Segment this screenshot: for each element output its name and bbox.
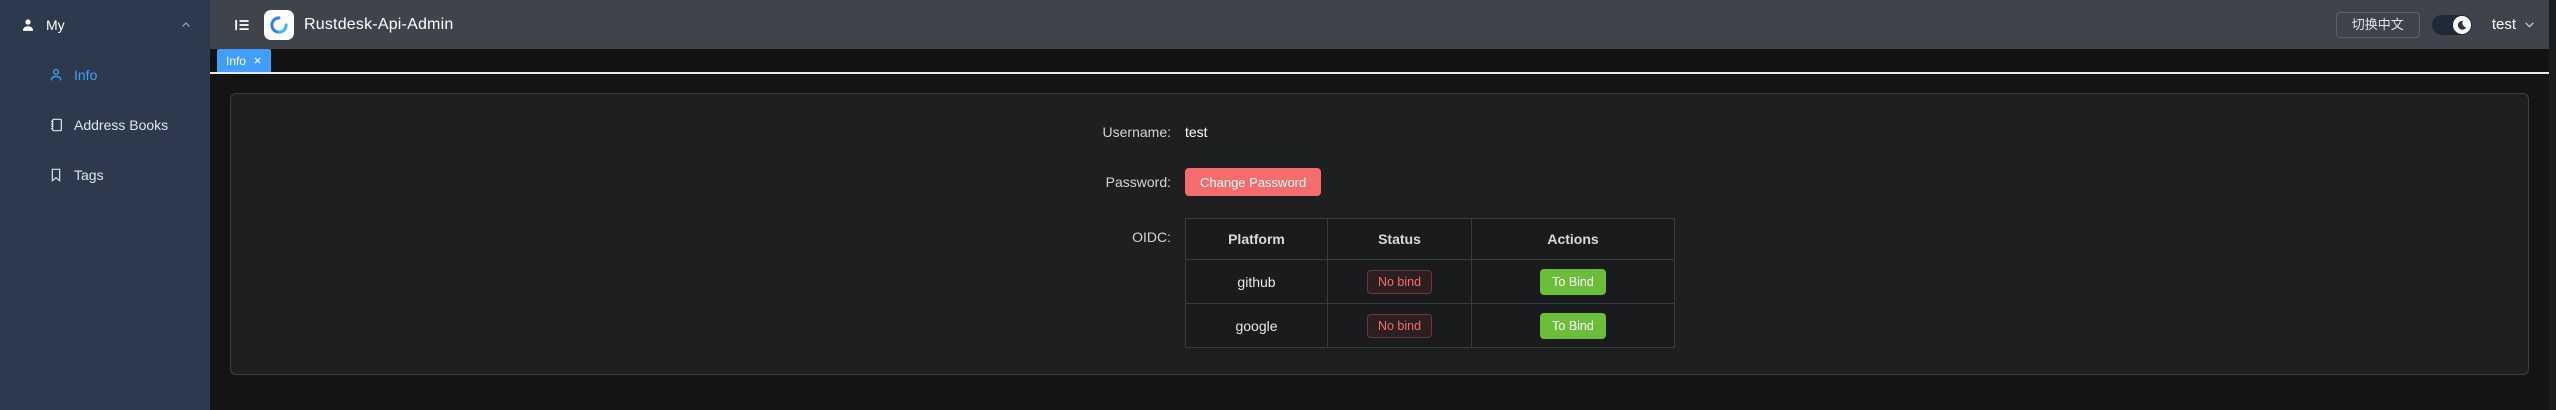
top-header: Rustdesk-Api-Admin 切换中文 test	[210, 0, 2556, 49]
app-root: My Info Address Books Tags	[0, 0, 2556, 410]
change-password-button[interactable]: Change Password	[1185, 168, 1321, 196]
current-user-name: test	[2492, 16, 2516, 33]
sidebar-group-label: My	[46, 17, 180, 33]
status-cell: No bind	[1328, 260, 1472, 304]
user-dropdown[interactable]: test	[2492, 16, 2536, 33]
tab-label: Info	[226, 54, 246, 68]
tab-info[interactable]: Info	[217, 49, 271, 72]
table-row-google: google No bind To Bind	[1186, 304, 1675, 348]
sidebar-item-label: Info	[74, 67, 97, 83]
user-filled-icon	[20, 17, 36, 33]
user-info-card: Username: test Password: Change Password…	[230, 93, 2529, 375]
actions-cell: To Bind	[1472, 260, 1675, 304]
chevron-up-icon	[180, 19, 192, 31]
oidc-table: Platform Status Actions github No bind	[1185, 218, 1675, 348]
user-outline-icon	[48, 67, 64, 83]
rustdesk-logo-icon	[264, 10, 294, 40]
sidebar-item-tags[interactable]: Tags	[0, 150, 210, 200]
status-badge: No bind	[1367, 270, 1432, 294]
password-row: Password: Change Password	[231, 168, 2528, 196]
app-title: Rustdesk-Api-Admin	[304, 16, 453, 34]
actions-cell: To Bind	[1472, 304, 1675, 348]
username-value: test	[1185, 118, 1208, 146]
column-header-status: Status	[1328, 219, 1472, 260]
tab-close-icon[interactable]	[252, 56, 262, 66]
sidebar-item-address-books[interactable]: Address Books	[0, 100, 210, 150]
status-cell: No bind	[1328, 304, 1472, 348]
sidebar-fold-icon[interactable]	[232, 15, 252, 35]
notebook-icon	[48, 117, 64, 133]
to-bind-button[interactable]: To Bind	[1540, 269, 1606, 295]
chevron-down-icon	[2523, 18, 2536, 31]
table-row-github: github No bind To Bind	[1186, 260, 1675, 304]
password-label: Password:	[231, 168, 1171, 196]
toggle-knob	[2453, 16, 2471, 34]
status-badge: No bind	[1367, 314, 1432, 338]
column-header-actions: Actions	[1472, 219, 1675, 260]
sidebar-group-my[interactable]: My	[0, 0, 210, 50]
sidebar: My Info Address Books Tags	[0, 0, 210, 410]
vertical-scrollbar[interactable]	[2549, 0, 2556, 410]
to-bind-button[interactable]: To Bind	[1540, 313, 1606, 339]
username-row: Username: test	[231, 118, 2528, 146]
moon-icon	[2456, 19, 2468, 31]
sidebar-item-info[interactable]: Info	[0, 50, 210, 100]
column-header-platform: Platform	[1186, 219, 1328, 260]
oidc-table-header-row: Platform Status Actions	[1186, 219, 1675, 260]
platform-cell: github	[1186, 260, 1328, 304]
platform-cell: google	[1186, 304, 1328, 348]
oidc-row: OIDC: Platform Status Actions github	[231, 218, 2528, 348]
oidc-label: OIDC:	[231, 218, 1171, 256]
bookmark-icon	[48, 167, 64, 183]
switch-language-button[interactable]: 切换中文	[2336, 12, 2420, 38]
main-content: Username: test Password: Change Password…	[210, 74, 2556, 410]
tab-bar: Info	[210, 49, 2556, 74]
sidebar-item-label: Address Books	[74, 117, 168, 133]
username-label: Username:	[231, 118, 1171, 146]
dark-mode-toggle[interactable]	[2432, 15, 2472, 35]
sidebar-item-label: Tags	[74, 167, 104, 183]
